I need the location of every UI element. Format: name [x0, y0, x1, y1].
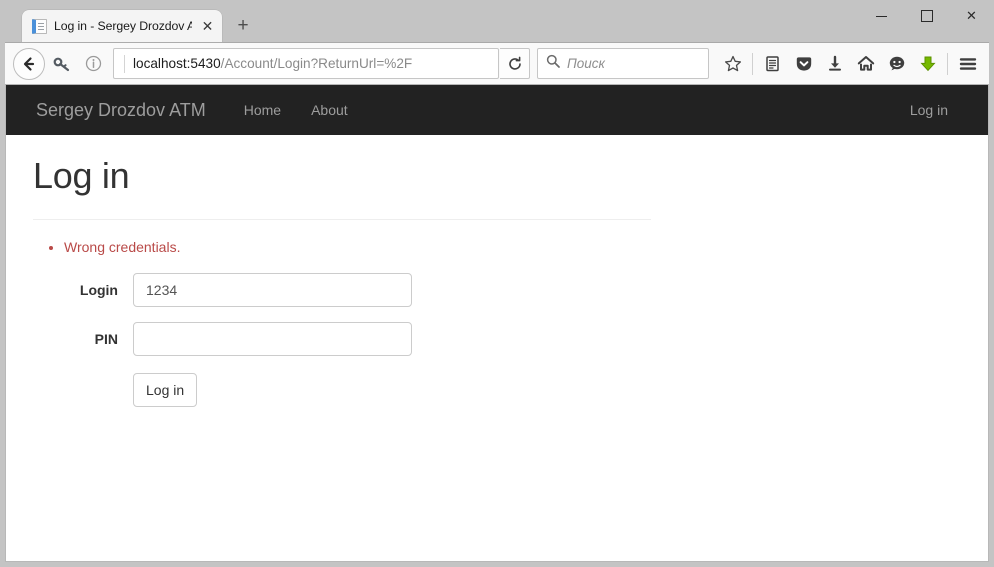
validation-error: Wrong credentials. [64, 238, 961, 258]
toolbar-divider [752, 52, 753, 75]
info-circle-icon[interactable] [78, 48, 109, 79]
reload-icon[interactable] [500, 48, 530, 79]
search-input[interactable]: Поиск [537, 48, 709, 79]
pocket-icon[interactable] [788, 48, 819, 79]
tab-title: Log in - Sergey Drozdov A... [54, 19, 192, 33]
downthemall-icon[interactable] [912, 48, 943, 79]
page-title: Log in [33, 155, 130, 196]
search-placeholder: Поиск [567, 56, 605, 71]
title-bar: Log in - Sergey Drozdov A... ✕ + ✕ [0, 0, 994, 42]
pin-label: PIN [94, 330, 118, 347]
url-text: localhost:5430/Account/Login?ReturnUrl=%… [133, 56, 412, 71]
downloads-icon[interactable] [819, 48, 850, 79]
form-actions-offset [33, 373, 133, 407]
login-form: Login PIN Log in [33, 272, 961, 407]
login-submit-button[interactable]: Log in [133, 372, 198, 407]
section-divider [33, 219, 651, 220]
url-divider [124, 54, 125, 73]
nav-link-about[interactable]: About [296, 87, 363, 133]
close-window-button[interactable]: ✕ [949, 0, 994, 32]
browser-window: Log in - Sergey Drozdov A... ✕ + ✕ local… [0, 0, 994, 567]
menu-hamburger-icon[interactable] [952, 48, 983, 79]
validation-summary: Wrong credentials. [33, 238, 961, 258]
url-domain: localhost:5430 [133, 56, 221, 71]
back-arrow-icon[interactable] [13, 47, 45, 80]
minimize-button[interactable] [859, 0, 904, 32]
navbar-links: Home About [229, 87, 363, 133]
url-path: /Account/Login?ReturnUrl=%2F [220, 56, 413, 71]
nav-link-login[interactable]: Log in [895, 87, 963, 133]
toolbar-divider-2 [947, 52, 948, 75]
home-icon[interactable] [850, 48, 881, 79]
maximize-button[interactable] [904, 0, 949, 32]
close-icon[interactable]: ✕ [199, 18, 216, 35]
form-group-login: Login [33, 272, 961, 307]
page-viewport: Sergey Drozdov ATM Home About Log in Log… [5, 85, 989, 562]
browser-tab[interactable]: Log in - Sergey Drozdov A... ✕ [22, 10, 222, 42]
page-container: Log in Wrong credentials. Login PIN Log … [6, 155, 988, 407]
page-icon [32, 18, 47, 34]
site-navbar: Sergey Drozdov ATM Home About Log in [6, 85, 988, 135]
pin-input[interactable] [133, 321, 412, 356]
login-input[interactable] [133, 272, 412, 307]
new-tab-button[interactable]: + [228, 11, 258, 41]
nav-link-home[interactable]: Home [229, 87, 296, 133]
form-actions: Log in [33, 372, 961, 407]
navbar-right: Log in [895, 87, 973, 133]
login-label: Login [79, 281, 118, 298]
chat-icon[interactable] [881, 48, 912, 79]
key-icon[interactable] [47, 48, 78, 79]
navbar-brand[interactable]: Sergey Drozdov ATM [21, 100, 221, 121]
navigation-toolbar: localhost:5430/Account/Login?ReturnUrl=%… [5, 42, 989, 85]
reader-list-icon[interactable] [757, 48, 788, 79]
form-group-pin: PIN [33, 321, 961, 356]
url-bar[interactable]: localhost:5430/Account/Login?ReturnUrl=%… [113, 48, 499, 79]
bookmark-star-icon[interactable] [717, 48, 748, 79]
window-controls: ✕ [859, 0, 994, 40]
search-icon [546, 54, 560, 73]
